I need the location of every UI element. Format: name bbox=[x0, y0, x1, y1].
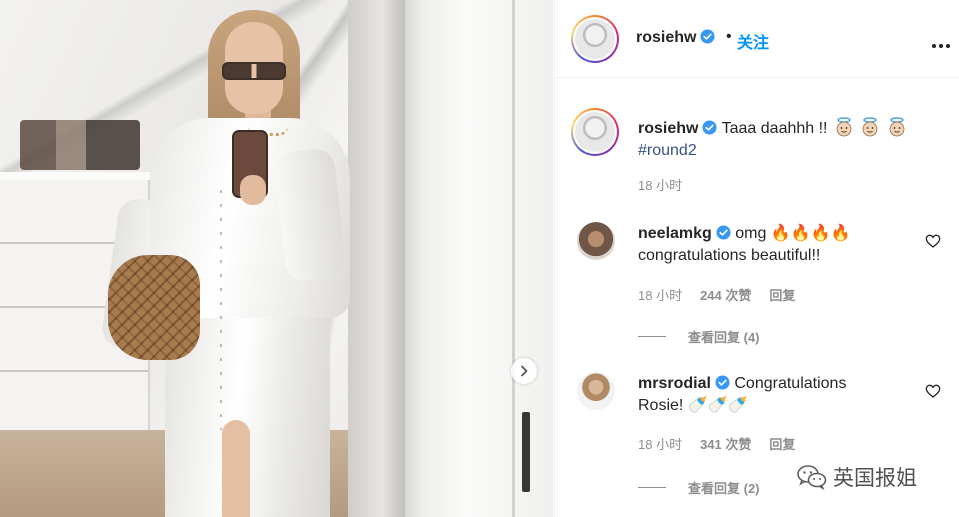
reply-button[interactable]: 回复 bbox=[769, 285, 795, 304]
chevron-right-icon bbox=[521, 365, 528, 377]
woven-clutch-bag bbox=[108, 255, 200, 360]
view-replies-button[interactable]: 查看回复 (2) bbox=[638, 478, 760, 497]
figure-hand bbox=[240, 175, 266, 205]
like-heart-icon[interactable] bbox=[925, 383, 941, 399]
comment-likes[interactable]: 341 次赞 bbox=[700, 434, 751, 453]
shirt-buttons bbox=[220, 190, 222, 430]
view-replies-label: 查看回复 (4) bbox=[688, 330, 760, 345]
more-options-icon[interactable] bbox=[932, 35, 954, 48]
angel-emoji-icon bbox=[889, 117, 905, 137]
sunglasses bbox=[222, 62, 286, 80]
commenter-avatar[interactable] bbox=[577, 372, 615, 410]
wechat-watermark: 英国报姐 bbox=[797, 462, 917, 492]
commenter-username[interactable]: neelamkg bbox=[638, 225, 712, 242]
replies-divider bbox=[638, 336, 666, 337]
comment-text-line1: Congratulations bbox=[734, 375, 847, 392]
verified-badge-icon bbox=[702, 120, 717, 135]
comment-body: mrsrodial Congratulations Rosie! 🍼🍼🍼 bbox=[638, 373, 903, 417]
door-handle bbox=[522, 412, 530, 492]
post-side-panel: rosiehw • 关注 rosiehw Taaa daahhh !! #rou… bbox=[554, 0, 959, 517]
caption-author-avatar[interactable] bbox=[571, 108, 619, 156]
replies-divider bbox=[638, 487, 666, 488]
comment-meta: 18 小时 244 次赞 回复 bbox=[638, 285, 795, 304]
angel-emoji-icon bbox=[863, 117, 878, 137]
post-photo bbox=[0, 0, 553, 517]
reply-button[interactable]: 回复 bbox=[769, 434, 795, 453]
comment-meta: 18 小时 341 次赞 回复 bbox=[638, 434, 795, 453]
caption-emojis bbox=[832, 117, 907, 137]
like-heart-icon[interactable] bbox=[925, 233, 941, 249]
comment-text-line2: Rosie! 🍼🍼🍼 bbox=[638, 397, 748, 414]
door-edge bbox=[512, 0, 515, 517]
caption-timestamp[interactable]: 18 小时 bbox=[638, 175, 682, 194]
commenter-username[interactable]: mrsrodial bbox=[638, 375, 711, 392]
post-header: rosiehw • 关注 bbox=[555, 0, 959, 78]
next-photo-button[interactable] bbox=[511, 358, 537, 384]
angel-emoji-icon bbox=[836, 117, 852, 137]
view-replies-label: 查看回复 (2) bbox=[688, 481, 760, 496]
mirror-panel bbox=[405, 0, 553, 517]
verified-badge-icon bbox=[716, 225, 731, 240]
hashtag-link[interactable]: #round2 bbox=[638, 142, 697, 159]
follow-button[interactable]: 关注 bbox=[737, 29, 769, 53]
comment-text-line1: omg 🔥🔥🔥🔥 bbox=[735, 225, 851, 242]
shelf-handbags bbox=[20, 120, 140, 170]
separator-dot: • bbox=[726, 28, 732, 45]
verified-badge-icon bbox=[700, 29, 715, 44]
author-username-link[interactable]: rosiehw bbox=[636, 29, 715, 47]
comment-timestamp[interactable]: 18 小时 bbox=[638, 434, 682, 453]
view-replies-button[interactable]: 查看回复 (4) bbox=[638, 327, 760, 346]
mirror-frame bbox=[348, 0, 406, 517]
wechat-icon bbox=[797, 465, 827, 490]
caption: rosiehw Taaa daahhh !! #round2 bbox=[638, 117, 938, 162]
author-avatar[interactable] bbox=[571, 15, 619, 63]
comment-body: neelamkg omg 🔥🔥🔥🔥 congratulations beauti… bbox=[638, 223, 903, 267]
comment-text-line2: congratulations beautiful!! bbox=[638, 247, 821, 264]
watermark-text: 英国报姐 bbox=[833, 467, 917, 490]
verified-badge-icon bbox=[715, 375, 730, 390]
comment-likes[interactable]: 244 次赞 bbox=[700, 285, 751, 304]
comment-timestamp[interactable]: 18 小时 bbox=[638, 285, 682, 304]
caption-username[interactable]: rosiehw bbox=[638, 120, 698, 137]
caption-text: Taaa daahhh !! bbox=[721, 120, 828, 137]
commenter-avatar[interactable] bbox=[577, 222, 615, 260]
author-username: rosiehw bbox=[636, 29, 697, 46]
skirt-slit bbox=[222, 420, 250, 517]
